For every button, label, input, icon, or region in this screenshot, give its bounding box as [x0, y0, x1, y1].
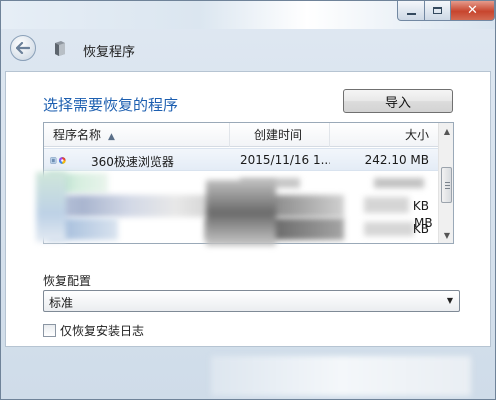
navigation-bar: 恢复程序	[1, 29, 495, 69]
pixelated-region	[36, 172, 66, 242]
back-button[interactable]	[10, 35, 36, 61]
restore-config-label: 恢复配置	[43, 274, 92, 288]
scrollbar-thumb[interactable]	[441, 167, 452, 203]
program-icon	[55, 41, 65, 56]
minimize-button[interactable]	[397, 1, 425, 21]
sort-up-icon: ▲	[108, 132, 115, 142]
list-row[interactable]: 360极速浏览器 2015/11/16 1... 242.10 MB	[44, 148, 438, 171]
import-button[interactable]: 导入	[343, 89, 453, 113]
column-header-name-label: 程序名称	[53, 128, 102, 142]
footer-area	[1, 348, 495, 399]
pixelated-region	[374, 178, 424, 188]
list-header: 程序名称 ▲ 创建时间 大小	[44, 123, 438, 147]
column-header-name[interactable]: 程序名称 ▲	[44, 123, 230, 147]
install-log-checkbox[interactable]	[43, 324, 56, 337]
program-date: 2015/11/16 1...	[240, 153, 330, 167]
maximize-button[interactable]	[425, 1, 451, 21]
page-heading: 选择需要恢复的程序	[43, 96, 179, 114]
pixelated-region	[46, 195, 231, 217]
restore-config-value: 标准	[49, 296, 74, 310]
back-arrow-icon	[16, 42, 30, 54]
pixelated-region	[206, 180, 276, 246]
pixelated-region	[211, 356, 471, 396]
column-header-size[interactable]: 大小	[330, 123, 438, 147]
maximize-icon	[433, 7, 442, 14]
dropdown-arrow-icon: ▼	[446, 296, 453, 305]
close-icon: ✕	[467, 3, 478, 18]
restore-program-window: ✕ 恢复程序 选择需要恢复的程序 导入 程序名称 ▲ 创建时间 大小 360极速…	[0, 0, 496, 400]
program-name: 360极速浏览器	[91, 155, 174, 169]
program-size-partial: MB	[414, 216, 433, 230]
restore-config-select[interactable]: 标准 ▼	[43, 290, 460, 312]
360-browser-icon	[50, 157, 66, 164]
content-panel: 选择需要恢复的程序 导入 程序名称 ▲ 创建时间 大小 360极速浏览器 201…	[5, 71, 491, 347]
minimize-icon	[406, 12, 416, 15]
title-bar: ✕	[1, 1, 495, 29]
install-log-option[interactable]: 仅恢复安装日志	[43, 322, 144, 339]
window-title: 恢复程序	[83, 45, 136, 60]
scroll-up-icon[interactable]: ▲	[440, 123, 453, 139]
program-size: 242.10 MB	[364, 153, 429, 167]
scroll-down-icon[interactable]: ▼	[440, 227, 453, 243]
caption-buttons: ✕	[397, 1, 495, 21]
program-size-partial: KB	[412, 199, 429, 213]
list-scrollbar[interactable]: ▲ ▼	[438, 123, 453, 243]
install-log-label: 仅恢复安装日志	[60, 324, 145, 338]
column-header-date[interactable]: 创建时间	[230, 123, 330, 147]
close-button[interactable]: ✕	[451, 1, 495, 21]
